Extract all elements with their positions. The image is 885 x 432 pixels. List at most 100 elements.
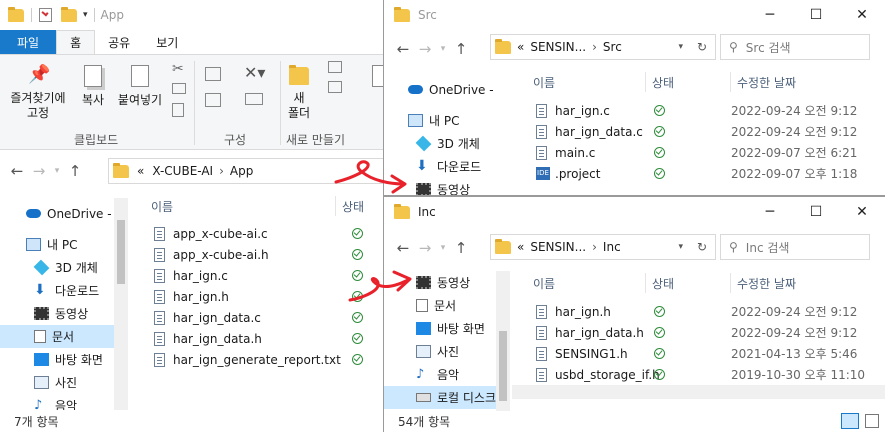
file-row[interactable]: har_ign_data.c (132, 307, 391, 328)
nav-item-documents[interactable]: 문서 (384, 294, 500, 317)
recent-dropdown-icon[interactable]: ▾ (436, 243, 450, 253)
minimize-button[interactable]: ─ (747, 197, 793, 227)
nav-item-downloads[interactable]: ⬇ 다운로드 (384, 155, 494, 178)
forward-arrow-icon[interactable]: → (414, 239, 436, 257)
column-header-name[interactable]: 이름 (151, 198, 335, 215)
inc-search-box[interactable]: ⚲ Inc 검색 (720, 234, 870, 260)
breadcrumb-overflow[interactable]: « (517, 40, 524, 54)
refresh-icon[interactable]: ↻ (697, 40, 707, 54)
chevron-right-icon[interactable]: › (219, 164, 224, 178)
src-search-box[interactable]: ⚲ Src 검색 (720, 34, 870, 60)
file-row[interactable]: SENSING1.h 2021-04-13 오후 5:46 (512, 343, 885, 364)
nav-item-local-disk[interactable]: 로컬 디스크 (384, 386, 500, 409)
move-to-icon[interactable] (205, 67, 221, 81)
nav-item-3d-objects[interactable]: 3D 개체 (0, 256, 128, 279)
file-row[interactable]: app_x-cube-ai.h (132, 244, 391, 265)
nav-item-pictures[interactable]: 사진 (0, 371, 128, 394)
maximize-button[interactable]: ☐ (793, 0, 839, 30)
inc-address-bar[interactable]: « SENSIN... › Inc ▾ ↻ (490, 234, 716, 260)
maximize-button[interactable]: ☐ (793, 197, 839, 227)
delete-icon[interactable]: ✕▾ (244, 63, 265, 82)
minimize-button[interactable]: ─ (747, 0, 793, 30)
breadcrumb-item[interactable]: SENSIN... (530, 240, 586, 254)
nav-item-downloads[interactable]: ⬇ 다운로드 (0, 279, 128, 302)
file-row[interactable]: usbd_storage_if.h 2019-10-30 오후 11:10 (512, 364, 885, 385)
tab-share[interactable]: 공유 (95, 30, 143, 54)
address-dropdown-icon[interactable]: ▾ (678, 42, 683, 52)
column-header-status[interactable]: 상태 (652, 275, 730, 292)
recent-dropdown-icon[interactable]: ▾ (436, 44, 450, 54)
nav-item-3d-objects[interactable]: 3D 개체 (384, 132, 494, 155)
address-dropdown-icon[interactable]: ▾ (678, 242, 683, 252)
nav-item-desktop[interactable]: 바탕 화면 (0, 348, 128, 371)
column-header-modified[interactable]: 수정한 날짜 (737, 275, 796, 292)
cut-icon[interactable]: ✂ (172, 61, 184, 77)
back-arrow-icon[interactable]: ← (392, 40, 414, 58)
src-address-bar[interactable]: « SENSIN... › Src ▾ ↻ (490, 34, 716, 60)
recent-dropdown-icon[interactable]: ▾ (50, 166, 64, 176)
new-item-icon[interactable] (328, 61, 342, 73)
nav-scrollbar[interactable] (114, 198, 128, 410)
file-row[interactable]: har_ign.h 2022-09-24 오전 9:12 (512, 301, 885, 322)
nav-item-music[interactable]: ♪ 음악 (384, 363, 500, 386)
quick-access-dropdown-icon[interactable]: ▾ (83, 10, 88, 20)
back-arrow-icon[interactable]: ← (392, 239, 414, 257)
copy-to-icon[interactable] (205, 93, 221, 107)
column-header-status[interactable]: 상태 (342, 198, 364, 215)
rename-icon[interactable] (245, 93, 263, 105)
copy-button[interactable]: 복사 (76, 65, 110, 108)
file-row[interactable]: har_ign_data.h (132, 328, 391, 349)
breadcrumb-item[interactable]: SENSIN... (530, 40, 586, 54)
refresh-icon[interactable]: ↻ (697, 240, 707, 254)
paste-button[interactable]: 붙여넣기 (114, 65, 166, 108)
large-icons-view-icon[interactable] (865, 414, 879, 428)
column-header-status[interactable]: 상태 (652, 74, 730, 91)
breadcrumb-item[interactable]: App (230, 164, 253, 178)
up-arrow-icon[interactable]: ↑ (450, 40, 472, 58)
nav-item-desktop[interactable]: 바탕 화면 (384, 317, 500, 340)
properties-quick-icon[interactable] (39, 8, 52, 22)
breadcrumb-item[interactable]: Inc (603, 240, 621, 254)
up-arrow-icon[interactable]: ↑ (450, 239, 472, 257)
nav-item-this-pc[interactable]: 내 PC (384, 109, 494, 132)
forward-arrow-icon[interactable]: → (28, 162, 50, 180)
new-folder-quick-icon[interactable] (61, 6, 77, 22)
breadcrumb-item[interactable]: X-CUBE-AI (152, 164, 213, 178)
column-header-name[interactable]: 이름 (533, 275, 645, 292)
file-row[interactable]: har_ign.c 2022-09-24 오전 9:12 (512, 100, 885, 121)
list-horizontal-scrollbar[interactable] (512, 385, 885, 399)
nav-scrollbar-thumb[interactable] (117, 220, 125, 284)
chevron-right-icon[interactable]: › (592, 40, 597, 54)
paste-shortcut-icon[interactable] (172, 103, 184, 117)
nav-item-videos[interactable]: 동영상 (384, 178, 494, 195)
file-row[interactable]: har_ign.c (132, 265, 391, 286)
tab-file[interactable]: 파일 (0, 30, 57, 54)
nav-item-this-pc[interactable]: 내 PC (0, 233, 128, 256)
file-row[interactable]: har_ign_data.c 2022-09-24 오전 9:12 (512, 121, 885, 142)
column-header-name[interactable]: 이름 (533, 74, 645, 91)
up-arrow-icon[interactable]: ↑ (64, 162, 86, 180)
easy-access-icon[interactable] (328, 81, 342, 93)
nav-item-pictures[interactable]: 사진 (384, 340, 500, 363)
nav-item-onedrive[interactable]: OneDrive - F (0, 202, 128, 225)
file-row[interactable]: har_ign_generate_report.txt (132, 349, 391, 370)
details-view-icon[interactable] (841, 413, 859, 429)
tab-home[interactable]: 홈 (56, 30, 96, 54)
close-button[interactable]: ✕ (839, 197, 885, 227)
nav-item-videos[interactable]: 동영상 (0, 302, 128, 325)
forward-arrow-icon[interactable]: → (414, 40, 436, 58)
app-address-bar[interactable]: « X-CUBE-AI › App (108, 158, 391, 184)
close-button[interactable]: ✕ (839, 0, 885, 30)
file-row[interactable]: IDE .project 2022-09-07 오후 1:18 (512, 163, 885, 184)
column-header-modified[interactable]: 수정한 날짜 (737, 74, 796, 91)
file-row[interactable]: har_ign_data.h 2022-09-24 오전 9:12 (512, 322, 885, 343)
breadcrumb-item[interactable]: Src (603, 40, 622, 54)
nav-scrollbar[interactable] (496, 271, 510, 411)
nav-scrollbar-thumb[interactable] (499, 331, 507, 401)
back-arrow-icon[interactable]: ← (6, 162, 28, 180)
chevron-right-icon[interactable]: › (592, 240, 597, 254)
file-row[interactable]: main.c 2022-09-07 오전 6:21 (512, 142, 885, 163)
nav-item-videos[interactable]: 동영상 (384, 271, 500, 294)
copy-path-icon[interactable] (172, 83, 186, 94)
breadcrumb-overflow[interactable]: « (517, 240, 524, 254)
